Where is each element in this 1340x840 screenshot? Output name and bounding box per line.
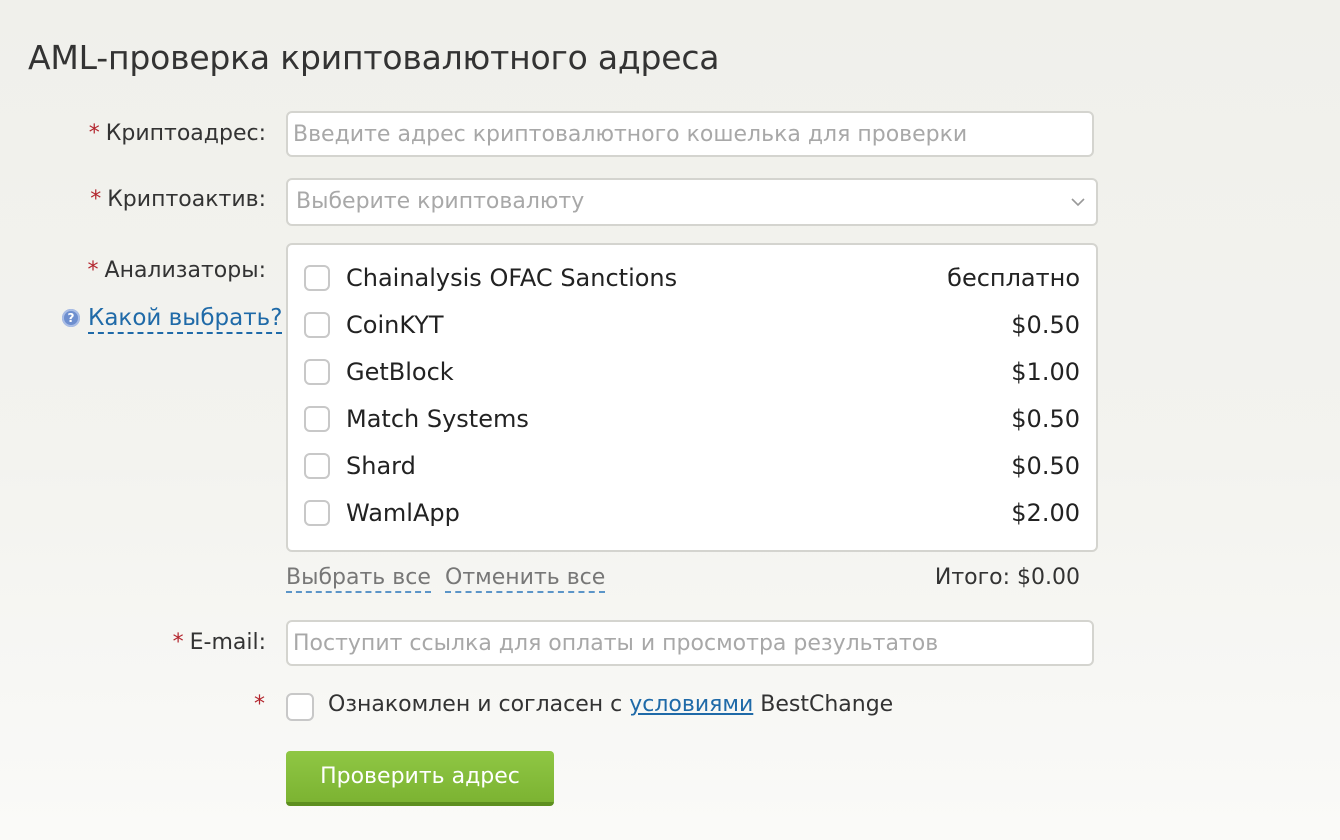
analyzer-row[interactable]: Chainalysis OFAC Sanctions бесплатно (288, 261, 1096, 301)
cancel-all-link[interactable]: Отменить все (445, 565, 606, 593)
email-field[interactable] (286, 620, 1094, 666)
address-field[interactable] (286, 111, 1094, 157)
analyzer-name: Shard (346, 452, 416, 480)
analyzer-name: Chainalysis OFAC Sanctions (346, 264, 678, 292)
asset-label-text: Криптоактив: (107, 187, 266, 212)
asset-select-value: Выберите криптовалюту (296, 189, 585, 214)
analyzers-list: Chainalysis OFAC Sanctions бесплатно Coi… (286, 243, 1098, 552)
analyzer-checkbox[interactable] (304, 265, 330, 291)
address-label: * Криптоадрес: (89, 121, 266, 146)
agreement-text: Ознакомлен и согласен с условиями BestCh… (328, 692, 893, 717)
required-mark: * (90, 187, 102, 212)
analyzer-price: $0.50 (1011, 452, 1080, 480)
required-mark: * (172, 630, 184, 655)
analyzer-row[interactable]: WamlApp $2.00 (288, 496, 1096, 536)
email-label: * E-mail: (173, 630, 266, 655)
analyzer-checkbox[interactable] (304, 359, 330, 385)
analyzer-price: $1.00 (1011, 358, 1080, 386)
analyzers-label-text: Анализаторы: (104, 258, 266, 283)
agreement-prefix: Ознакомлен и согласен с (328, 692, 630, 717)
analyzer-row[interactable]: GetBlock $1.00 (288, 355, 1096, 395)
agreement-suffix: BestChange (753, 692, 894, 717)
analyzer-checkbox[interactable] (304, 312, 330, 338)
select-all-link[interactable]: Выбрать все (286, 565, 431, 593)
analyzer-name: GetBlock (346, 358, 454, 386)
analyzer-checkbox[interactable] (304, 406, 330, 432)
analyzer-price: $0.50 (1011, 311, 1080, 339)
analyzer-name: CoinKYT (346, 311, 444, 339)
question-icon: ? (62, 309, 80, 327)
analyzer-price: бесплатно (947, 264, 1080, 292)
page-title: AML-проверка криптовалютного адреса (28, 38, 720, 77)
required-mark: * (87, 258, 99, 283)
analyzer-row[interactable]: Shard $0.50 (288, 449, 1096, 489)
total-amount: Итого: $0.00 (934, 565, 1080, 590)
analyzer-row[interactable]: CoinKYT $0.50 (288, 308, 1096, 348)
agreement-checkbox[interactable] (286, 693, 314, 721)
terms-link[interactable]: условиями (629, 692, 753, 717)
analyzers-label: * Анализаторы: (88, 258, 266, 283)
analyzer-help[interactable]: ? Какой выбрать? (62, 305, 283, 334)
address-input[interactable] (288, 113, 1092, 155)
email-input[interactable] (288, 622, 1092, 664)
chevron-down-icon (1071, 198, 1085, 207)
email-label-text: E-mail: (189, 630, 266, 655)
analyzer-name: Match Systems (346, 405, 529, 433)
asset-label: * Криптоактив: (90, 187, 266, 212)
analyzer-price: $2.00 (1011, 499, 1080, 527)
analyzer-name: WamlApp (346, 499, 460, 527)
analyzer-checkbox[interactable] (304, 453, 330, 479)
required-mark: * (88, 121, 100, 146)
which-to-choose-link[interactable]: Какой выбрать? (88, 305, 283, 334)
check-address-button[interactable]: Проверить адрес (286, 751, 554, 806)
address-label-text: Криптоадрес: (105, 121, 266, 146)
asset-select[interactable]: Выберите криптовалюту (286, 178, 1098, 226)
analyzer-row[interactable]: Match Systems $0.50 (288, 402, 1096, 442)
analyzer-checkbox[interactable] (304, 500, 330, 526)
analyzer-price: $0.50 (1011, 405, 1080, 433)
required-mark: * (254, 692, 265, 717)
